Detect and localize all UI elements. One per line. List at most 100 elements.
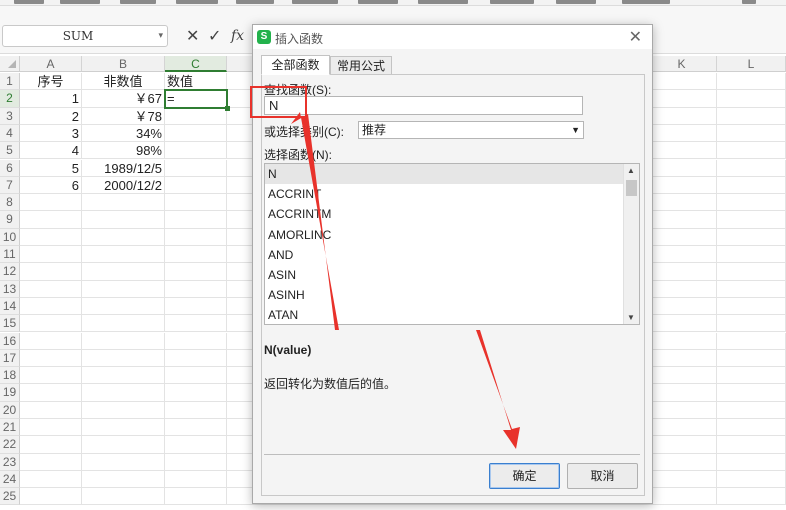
row-header[interactable]: 12 xyxy=(0,263,20,281)
table-cell[interactable] xyxy=(165,211,227,229)
table-cell[interactable]: 非数值 xyxy=(82,73,165,91)
table-cell[interactable] xyxy=(717,73,786,91)
row-header[interactable]: 3 xyxy=(0,107,20,125)
chevron-down-icon[interactable]: ▾ xyxy=(158,30,163,41)
table-cell[interactable] xyxy=(647,315,717,333)
table-cell[interactable] xyxy=(717,384,786,402)
table-cell[interactable]: 34% xyxy=(82,124,165,143)
column-header[interactable]: K xyxy=(647,56,717,72)
row-header[interactable]: 5 xyxy=(0,142,20,160)
row-header[interactable]: 1 xyxy=(0,73,20,91)
table-cell[interactable] xyxy=(647,228,717,246)
function-list-item[interactable]: AMORLINC xyxy=(265,225,623,245)
list-scrollbar[interactable]: ▲ ▼ xyxy=(623,164,639,324)
table-cell[interactable] xyxy=(20,211,82,229)
table-cell[interactable] xyxy=(20,315,82,333)
table-cell[interactable] xyxy=(82,349,165,368)
table-cell[interactable] xyxy=(20,332,82,350)
function-list-item[interactable]: ASINH xyxy=(265,285,623,305)
row-header[interactable]: 18 xyxy=(0,367,20,385)
insert-function-icon[interactable]: fx xyxy=(231,28,244,44)
function-list-item[interactable]: N xyxy=(265,164,623,184)
table-cell[interactable] xyxy=(165,263,227,281)
table-cell[interactable] xyxy=(647,488,717,506)
scroll-up-icon[interactable]: ▲ xyxy=(627,166,635,175)
table-cell[interactable] xyxy=(717,453,786,471)
table-cell[interactable] xyxy=(20,263,82,281)
table-cell[interactable] xyxy=(20,419,82,437)
table-cell[interactable] xyxy=(647,73,717,91)
table-cell[interactable] xyxy=(20,246,82,264)
table-cell[interactable] xyxy=(82,194,165,212)
table-cell[interactable] xyxy=(82,453,165,471)
table-cell[interactable] xyxy=(717,124,786,143)
table-cell[interactable] xyxy=(647,297,717,316)
ok-button[interactable]: 确定 xyxy=(489,463,560,489)
table-cell[interactable] xyxy=(165,246,227,264)
table-cell[interactable]: 2 xyxy=(20,107,82,125)
table-cell[interactable] xyxy=(165,419,227,437)
close-icon[interactable]: ✕ xyxy=(629,27,642,47)
row-header[interactable]: 25 xyxy=(0,488,20,506)
table-cell[interactable] xyxy=(165,367,227,385)
table-cell[interactable]: 4 xyxy=(20,142,82,160)
table-cell[interactable] xyxy=(717,436,786,454)
table-cell[interactable] xyxy=(717,263,786,281)
table-cell[interactable] xyxy=(647,159,717,177)
column-header[interactable]: C xyxy=(165,56,227,72)
table-cell[interactable] xyxy=(647,176,717,195)
table-cell[interactable] xyxy=(647,107,717,125)
table-cell[interactable] xyxy=(82,246,165,264)
function-list-item[interactable]: AND xyxy=(265,245,623,265)
row-header[interactable]: 22 xyxy=(0,436,20,454)
tab-common-formulas[interactable]: 常用公式 xyxy=(330,56,392,75)
table-cell[interactable] xyxy=(717,176,786,195)
table-cell[interactable] xyxy=(717,297,786,316)
table-cell[interactable] xyxy=(82,401,165,419)
table-cell[interactable] xyxy=(82,280,165,298)
table-cell[interactable] xyxy=(647,142,717,160)
table-cell[interactable] xyxy=(20,280,82,298)
table-cell[interactable] xyxy=(165,349,227,368)
table-cell[interactable] xyxy=(20,384,82,402)
table-cell[interactable] xyxy=(165,401,227,419)
table-cell[interactable] xyxy=(717,401,786,419)
scroll-thumb[interactable] xyxy=(626,180,637,196)
table-cell[interactable] xyxy=(647,124,717,143)
table-cell[interactable]: 3 xyxy=(20,124,82,143)
table-cell[interactable] xyxy=(717,332,786,350)
row-header[interactable]: 11 xyxy=(0,246,20,264)
table-cell[interactable] xyxy=(82,263,165,281)
row-header[interactable]: 19 xyxy=(0,384,20,402)
table-cell[interactable] xyxy=(165,124,227,143)
table-cell[interactable]: ￥78 xyxy=(82,107,165,125)
table-cell[interactable] xyxy=(717,367,786,385)
row-header[interactable]: 9 xyxy=(0,211,20,229)
table-cell[interactable] xyxy=(82,436,165,454)
table-cell[interactable] xyxy=(717,419,786,437)
row-header[interactable]: 15 xyxy=(0,315,20,333)
row-header[interactable]: 14 xyxy=(0,297,20,316)
table-cell[interactable] xyxy=(165,107,227,125)
table-cell[interactable] xyxy=(717,228,786,246)
table-cell[interactable] xyxy=(82,419,165,437)
table-cell[interactable] xyxy=(647,332,717,350)
table-cell[interactable] xyxy=(20,297,82,316)
table-cell[interactable] xyxy=(82,488,165,506)
table-cell[interactable]: 2000/12/2 xyxy=(82,176,165,195)
table-cell[interactable] xyxy=(20,453,82,471)
function-list[interactable]: ATAN ASINH ASIN AND AMORLINC ACCRINTM ACCRINT N… xyxy=(264,163,640,325)
table-cell[interactable] xyxy=(165,332,227,350)
row-header[interactable]: 21 xyxy=(0,419,20,437)
table-cell[interactable] xyxy=(647,90,717,108)
table-cell[interactable]: 1 xyxy=(20,90,82,108)
table-cell[interactable] xyxy=(82,470,165,489)
table-cell[interactable] xyxy=(647,211,717,229)
row-header[interactable]: 2 xyxy=(0,90,20,108)
table-cell[interactable] xyxy=(165,280,227,298)
table-cell[interactable] xyxy=(717,142,786,160)
row-header[interactable]: 8 xyxy=(0,194,20,212)
search-function-input[interactable]: N xyxy=(264,96,583,115)
row-header[interactable]: 20 xyxy=(0,401,20,419)
table-cell[interactable] xyxy=(165,384,227,402)
